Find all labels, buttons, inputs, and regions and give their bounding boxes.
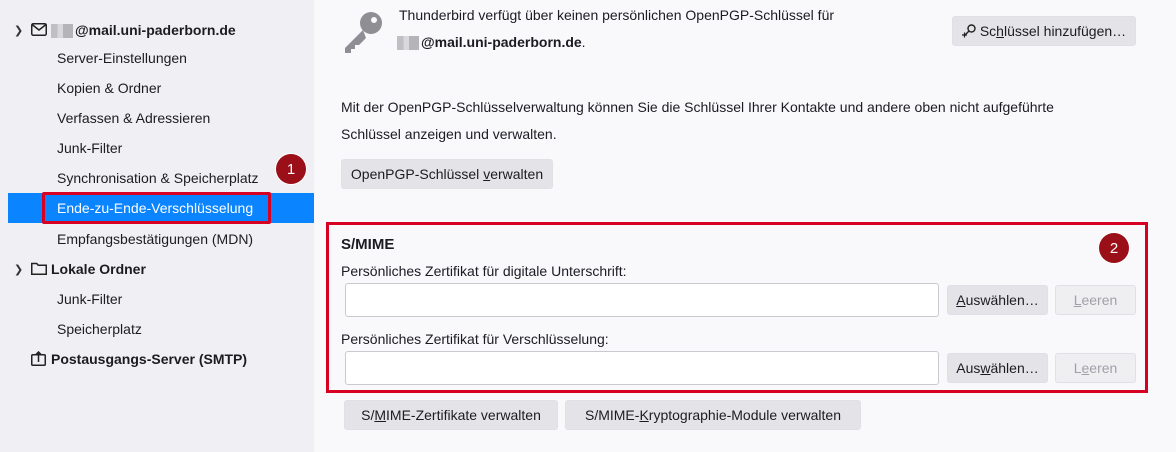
account-settings-window: ❯ @mail.uni-paderborn.de Server-Einstell… <box>0 0 1176 452</box>
add-key-label-b: h <box>996 23 1004 39</box>
local-folders-row[interactable]: ❯ Lokale Ordner <box>0 254 314 284</box>
add-key-label-c: lüssel hinzufügen… <box>1003 23 1127 39</box>
sidebar-item-label: Kopien & Ordner <box>57 80 162 96</box>
folder-icon <box>31 262 47 275</box>
sidebar-item-server-settings[interactable]: Server-Einstellungen <box>0 43 314 73</box>
sidebar-item-sync-storage[interactable]: Synchronisation & Speicherplatz <box>0 163 314 193</box>
step-badge-1: 1 <box>276 154 306 184</box>
key-icon <box>345 12 382 53</box>
sidebar-item-label: Junk-Filter <box>57 140 123 156</box>
no-key-text: Thunderbird verfügt über keinen persönli… <box>399 7 835 23</box>
manage-smime-certs-button[interactable]: S/M IME-Zertifikate verwalten <box>344 400 558 430</box>
chevron-down-icon[interactable]: ❯ <box>14 24 23 37</box>
sidebar-item-junk-filter[interactable]: Junk-Filter <box>0 133 314 163</box>
highlight-box-e2e <box>42 192 271 224</box>
manage-keys-label-c: erwalten <box>490 166 544 182</box>
account-tree-sidebar: ❯ @mail.uni-paderborn.de Server-Einstell… <box>0 0 314 452</box>
sidebar-item-label: Junk-Filter <box>57 291 123 307</box>
step-badge-2: 2 <box>1099 233 1129 263</box>
manage-description-line1: Mit der OpenPGP-Schlüsselverwaltung könn… <box>341 99 1054 115</box>
chevron-down-icon[interactable]: ❯ <box>14 263 23 276</box>
sidebar-item-local-storage[interactable]: Speicherplatz <box>0 314 314 344</box>
sidebar-item-label: Verfassen & Adressieren <box>57 110 211 126</box>
sidebar-item-label: Server-Einstellungen <box>57 50 187 66</box>
no-key-email-line: @mail.uni-paderborn.de. <box>397 34 586 51</box>
account-row[interactable]: ❯ @mail.uni-paderborn.de <box>0 15 314 45</box>
smtp-server-label: Postausgangs-Server (SMTP) <box>51 351 248 367</box>
add-key-icon <box>961 24 976 38</box>
modules-label-c: ryptographie-Module verwalten <box>648 407 841 423</box>
certs-label-b: M <box>374 407 387 423</box>
mail-icon <box>31 23 47 36</box>
account-email: @mail.uni-paderborn.de <box>75 21 236 38</box>
certs-label-a: S/ <box>361 407 375 423</box>
modules-label-b: K <box>639 407 649 423</box>
smtp-server-row[interactable]: Postausgangs-Server (SMTP) <box>0 344 314 374</box>
account-label: @mail.uni-paderborn.de <box>51 21 236 39</box>
sidebar-item-copies-folders[interactable]: Kopien & Ordner <box>0 73 314 103</box>
sidebar-item-return-receipts[interactable]: Empfangsbestätigungen (MDN) <box>0 224 314 254</box>
redacted-username <box>51 24 73 39</box>
no-key-period: . <box>581 34 586 50</box>
sidebar-item-local-junk-filter[interactable]: Junk-Filter <box>0 284 314 314</box>
manage-openpgp-keys-button[interactable]: OpenPGP-Schlüssel v erwalten <box>341 159 553 189</box>
add-key-button[interactable]: Sc h lüssel hinzufügen… <box>952 16 1136 46</box>
certs-label-c: IME-Zertifikate verwalten <box>386 407 541 423</box>
manage-keys-label-b: v <box>483 166 491 182</box>
sidebar-item-label: Empfangsbestätigungen (MDN) <box>57 231 254 247</box>
outbox-icon <box>31 351 46 366</box>
redacted-username <box>397 36 419 51</box>
highlight-box-smime <box>326 222 1148 393</box>
sidebar-item-label: Speicherplatz <box>57 321 142 337</box>
local-folders-label: Lokale Ordner <box>51 261 146 277</box>
no-key-email: @mail.uni-paderborn.de <box>421 34 582 50</box>
sidebar-item-label: Synchronisation & Speicherplatz <box>57 170 259 186</box>
modules-label-a: S/MIME- <box>584 407 640 423</box>
sidebar-item-composition[interactable]: Verfassen & Adressieren <box>0 103 314 133</box>
manage-crypto-modules-button[interactable]: S/MIME- Kryptographie-Module verwalten <box>565 400 861 430</box>
manage-keys-label-a: OpenPGP-Schlüssel <box>350 166 484 182</box>
manage-description-line2: Schlüssel anzeigen und verwalten. <box>341 126 557 142</box>
add-key-label-a: Sc <box>979 23 997 39</box>
